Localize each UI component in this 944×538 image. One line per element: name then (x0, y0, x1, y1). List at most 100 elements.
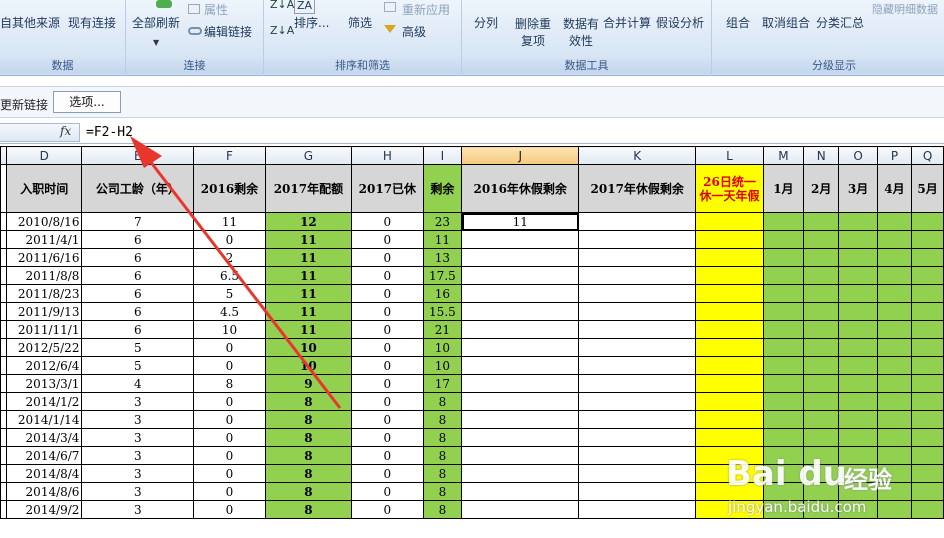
column-header-e[interactable]: E (81, 146, 195, 165)
cell-o10[interactable] (838, 338, 878, 357)
from-other-sources-button[interactable]: 自其他来源 (0, 16, 60, 30)
header-cell-l[interactable]: 26日统一休一天年假 (695, 164, 764, 213)
refresh-all-button[interactable]: 全部刷新 (132, 16, 180, 30)
column-header-n[interactable]: N (802, 146, 840, 165)
cell-g17[interactable]: 8 (264, 464, 353, 483)
cell-i6[interactable]: 17.5 (422, 266, 463, 285)
cell-f12[interactable]: 8 (193, 374, 266, 393)
cell-l14[interactable] (695, 410, 764, 429)
cell-g5[interactable]: 11 (264, 248, 353, 267)
cell-h18[interactable]: 0 (351, 482, 424, 501)
cell-d4[interactable]: 2011/4/1 (5, 230, 83, 249)
cell-m15[interactable] (762, 428, 804, 447)
cell-i10[interactable]: 10 (422, 338, 463, 357)
cell-h11[interactable]: 0 (351, 356, 424, 375)
cell-p8[interactable] (876, 302, 913, 321)
cell-d11[interactable]: 2012/6/4 (5, 356, 83, 375)
cell-i11[interactable]: 10 (422, 356, 463, 375)
cell-e17[interactable]: 3 (81, 464, 195, 483)
cell-k6[interactable] (578, 266, 697, 285)
cell-j11[interactable] (461, 356, 580, 375)
cell-m8[interactable] (762, 302, 804, 321)
cell-j12[interactable] (461, 374, 580, 393)
filter-button[interactable]: 筛选 (348, 16, 372, 30)
reapply-button[interactable]: 重新应用 (402, 3, 450, 17)
cell-l12[interactable] (695, 374, 764, 393)
cell-j7[interactable] (461, 284, 580, 303)
cell-k16[interactable] (578, 446, 697, 465)
sort-za-icon[interactable]: Z↓A (270, 24, 294, 38)
header-cell-q[interactable]: 5月 (911, 164, 944, 213)
cell-j16[interactable] (461, 446, 580, 465)
column-header-o[interactable]: O (838, 146, 878, 165)
cell-j6[interactable] (461, 266, 580, 285)
cell-n5[interactable] (802, 248, 840, 267)
cell-f4[interactable]: 0 (193, 230, 266, 249)
cell-d10[interactable]: 2012/5/22 (5, 338, 83, 357)
cell-q5[interactable] (911, 248, 944, 267)
cell-q7[interactable] (911, 284, 944, 303)
cell-e10[interactable]: 5 (81, 338, 195, 357)
cell-g15[interactable]: 8 (264, 428, 353, 447)
cell-d5[interactable]: 2011/6/16 (5, 248, 83, 267)
cell-k19[interactable] (578, 500, 697, 519)
cell-g12[interactable]: 9 (264, 374, 353, 393)
cell-e8[interactable]: 6 (81, 302, 195, 321)
cell-i9[interactable]: 21 (422, 320, 463, 339)
cell-m11[interactable] (762, 356, 804, 375)
cell-l6[interactable] (695, 266, 764, 285)
cell-n8[interactable] (802, 302, 840, 321)
cell-n10[interactable] (802, 338, 840, 357)
cell-p11[interactable] (876, 356, 913, 375)
cell-o7[interactable] (838, 284, 878, 303)
cell-k3[interactable] (578, 212, 697, 231)
column-header-i[interactable]: I (422, 146, 463, 165)
subtotal-button[interactable]: 分类汇总 (816, 16, 864, 30)
cell-p3[interactable] (876, 212, 913, 231)
cell-e18[interactable]: 3 (81, 482, 195, 501)
cell-e11[interactable]: 5 (81, 356, 195, 375)
cell-q13[interactable] (911, 392, 944, 411)
cell-d9[interactable]: 2011/11/1 (5, 320, 83, 339)
cell-l3[interactable] (695, 212, 764, 231)
cell-k18[interactable] (578, 482, 697, 501)
cell-h10[interactable]: 0 (351, 338, 424, 357)
cell-l8[interactable] (695, 302, 764, 321)
cell-f3[interactable]: 11 (193, 212, 266, 231)
cell-p14[interactable] (876, 410, 913, 429)
cell-q11[interactable] (911, 356, 944, 375)
cell-i8[interactable]: 15.5 (422, 302, 463, 321)
cell-j4[interactable] (461, 230, 580, 249)
cell-q14[interactable] (911, 410, 944, 429)
column-header-d[interactable]: D (5, 146, 83, 165)
cell-i13[interactable]: 8 (422, 392, 463, 411)
cell-m13[interactable] (762, 392, 804, 411)
sort-az-icon[interactable]: Z↓A (270, 0, 294, 12)
what-if-analysis-button[interactable]: 假设分析 (656, 16, 704, 30)
cell-n6[interactable] (802, 266, 840, 285)
cell-n3[interactable] (802, 212, 840, 231)
cell-f16[interactable]: 0 (193, 446, 266, 465)
cell-d13[interactable]: 2014/1/2 (5, 392, 83, 411)
cell-q9[interactable] (911, 320, 944, 339)
cell-o11[interactable] (838, 356, 878, 375)
cell-q12[interactable] (911, 374, 944, 393)
cell-h6[interactable]: 0 (351, 266, 424, 285)
cell-i7[interactable]: 16 (422, 284, 463, 303)
cell-d12[interactable]: 2013/3/1 (5, 374, 83, 393)
header-cell-p[interactable]: 4月 (876, 164, 913, 213)
cell-h9[interactable]: 0 (351, 320, 424, 339)
cell-f17[interactable]: 0 (193, 464, 266, 483)
fx-icon[interactable]: fx (60, 124, 71, 138)
cell-k13[interactable] (578, 392, 697, 411)
cell-d3[interactable]: 2010/8/16 (5, 212, 83, 231)
cell-d7[interactable]: 2011/8/23 (5, 284, 83, 303)
column-header-q[interactable]: Q (911, 146, 944, 165)
header-cell-j[interactable]: 2016年休假剩余 (461, 164, 580, 213)
cell-o9[interactable] (838, 320, 878, 339)
cell-l13[interactable] (695, 392, 764, 411)
data-validation-button[interactable]: 数据有效性 (558, 16, 604, 50)
cell-h4[interactable]: 0 (351, 230, 424, 249)
cell-k8[interactable] (578, 302, 697, 321)
column-header-m[interactable]: M (762, 146, 804, 165)
